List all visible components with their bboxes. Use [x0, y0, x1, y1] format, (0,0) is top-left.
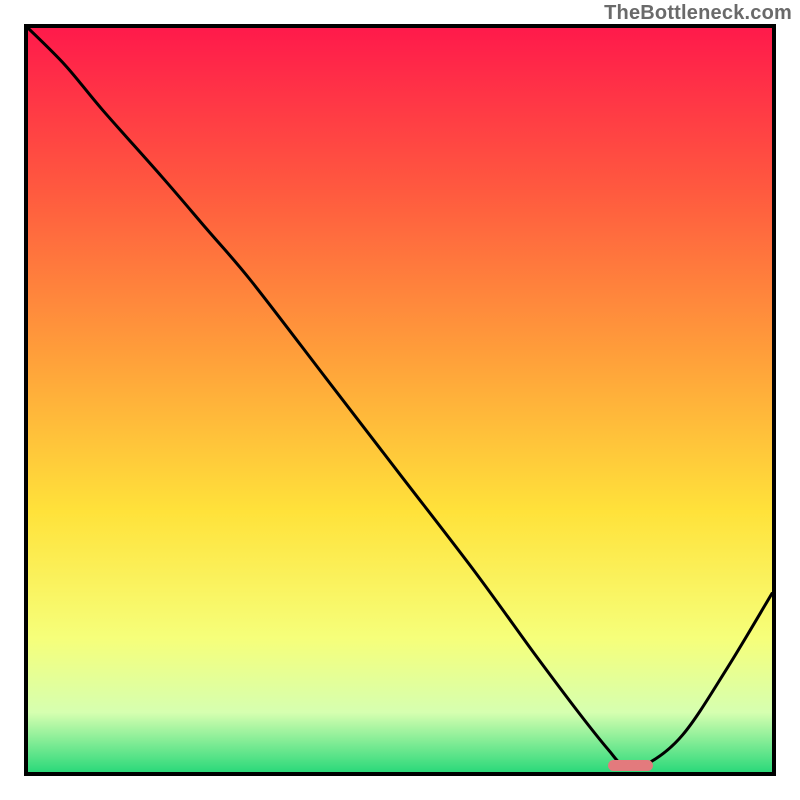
chart-background-gradient	[28, 28, 772, 772]
watermark-text: TheBottleneck.com	[604, 2, 792, 25]
chart-frame	[24, 24, 776, 776]
optimal-range-marker	[608, 760, 653, 771]
chart-svg	[28, 28, 772, 772]
